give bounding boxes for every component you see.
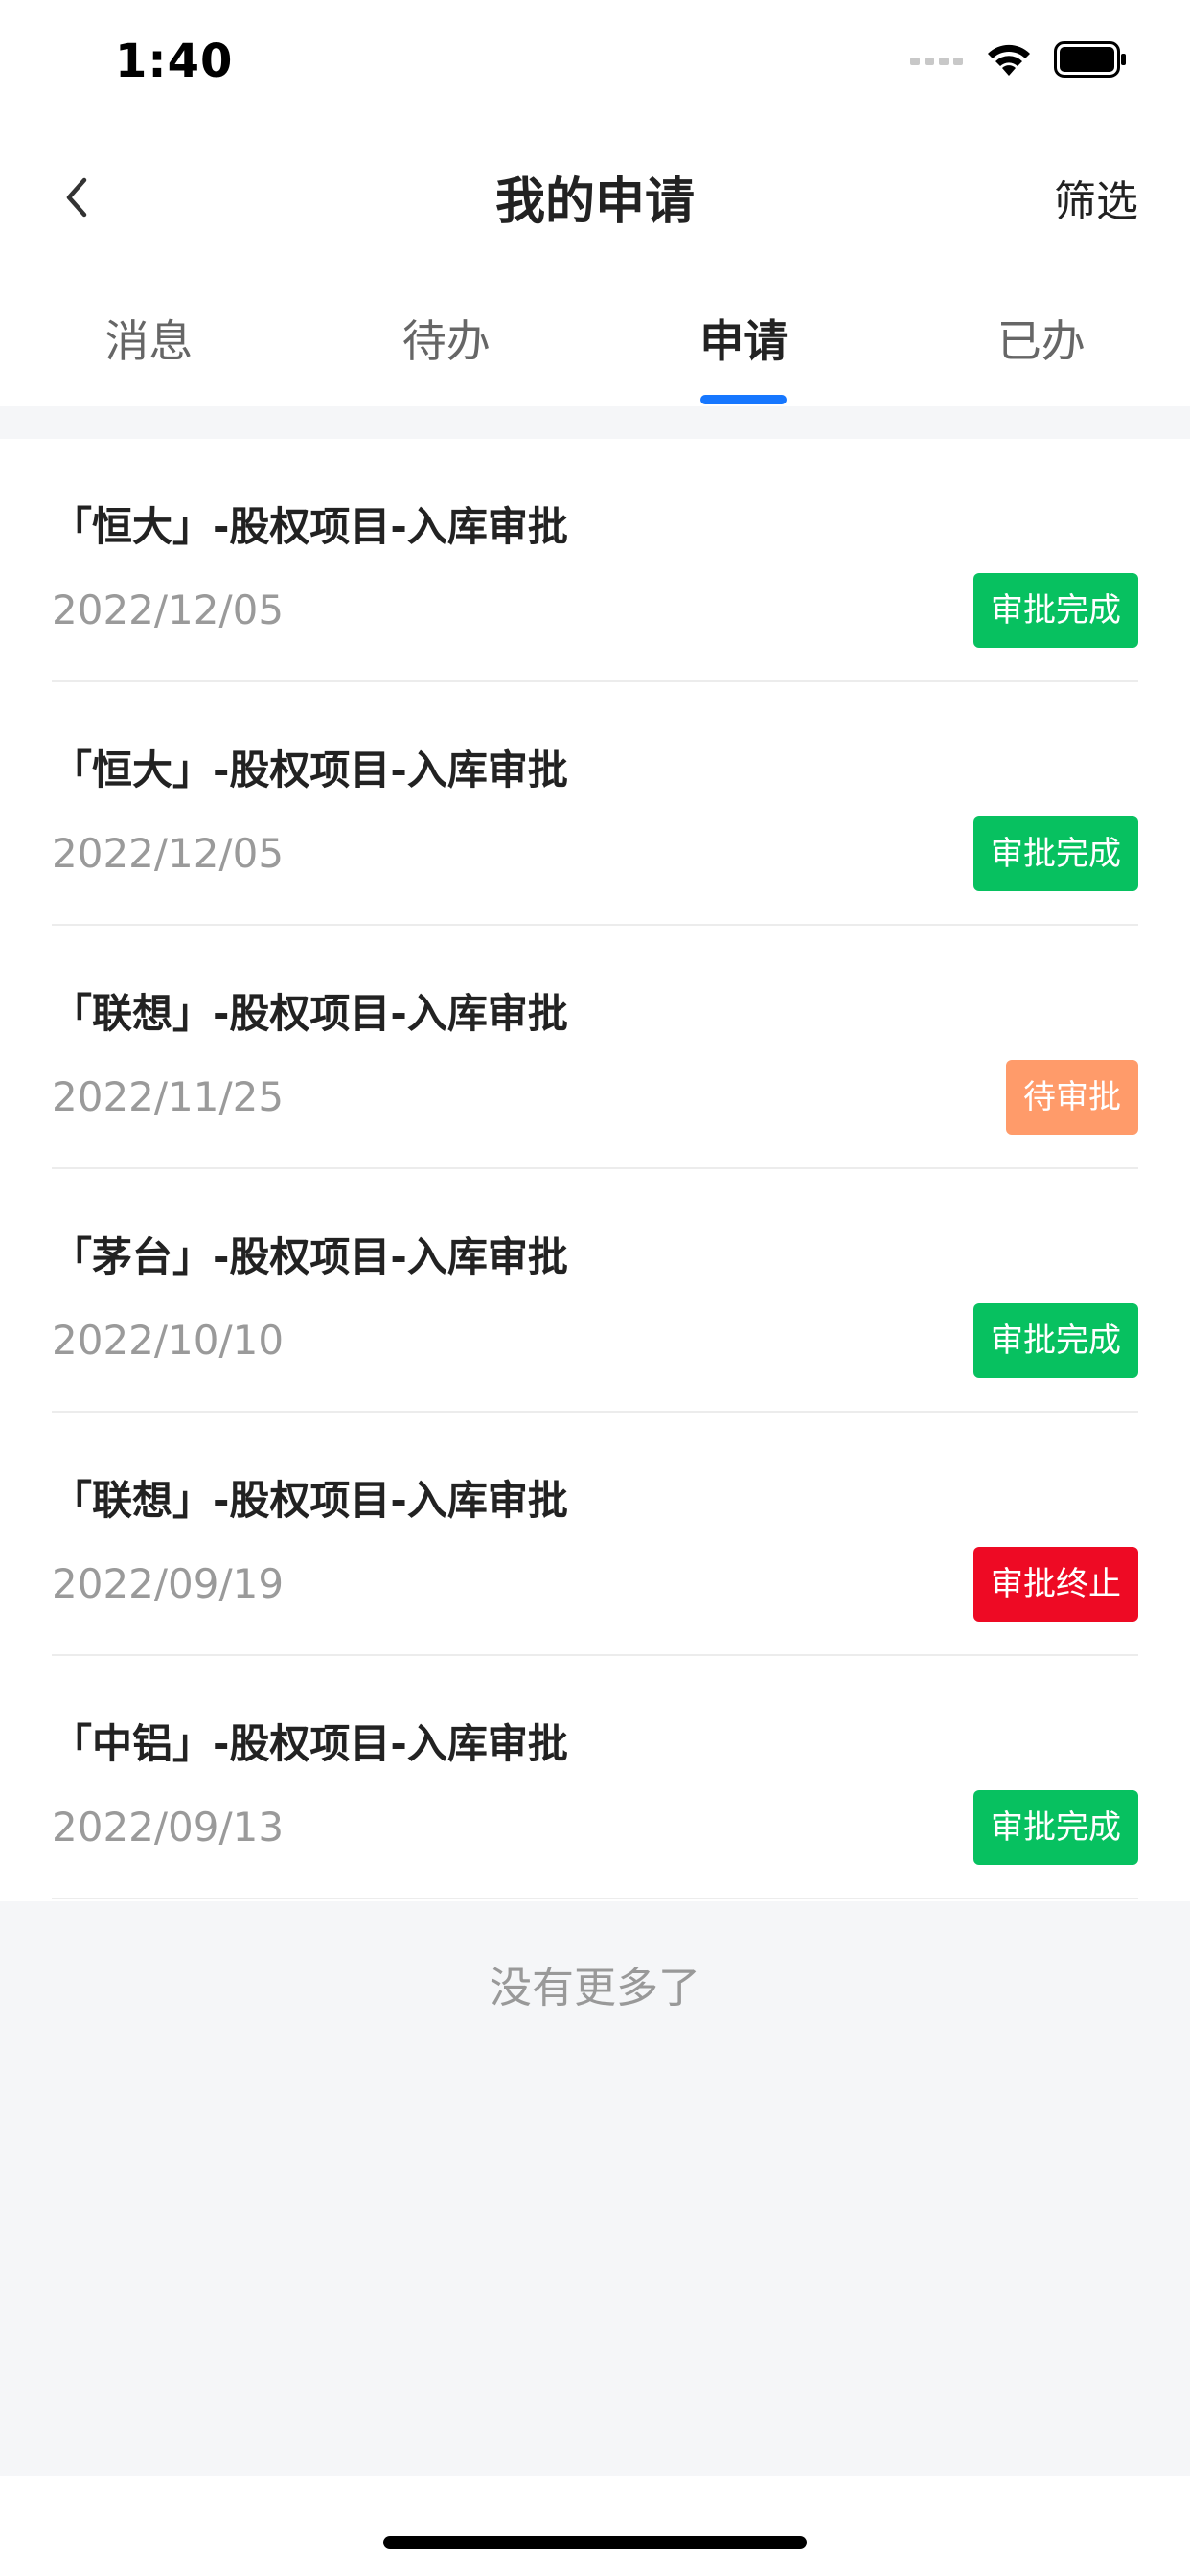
item-date: 2022/12/05 [52,586,285,633]
nav-bar: 我的申请 筛选 [0,132,1190,266]
item-title: 「恒大」-股权项目-入库审批 [52,747,568,794]
battery-icon [1054,41,1127,81]
status-badge: 审批完成 [973,1790,1138,1865]
tab-label: 已办 [996,315,1086,367]
list-item[interactable]: 「恒大」-股权项目-入库审批 2022/12/05 审批完成 [52,682,1138,926]
item-title: 「联想」-股权项目-入库审批 [52,990,568,1037]
status-badge: 审批完成 [973,816,1138,891]
list-item[interactable]: 「茅台」-股权项目-入库审批 2022/10/10 审批完成 [52,1169,1138,1413]
screen: 1:40 我的申请 筛选 消息 待办 申请 已办 「恒大」-股权项目-入库审批 … [0,0,1190,2576]
tab-label: 待办 [401,315,491,367]
tab-active-indicator [700,395,788,404]
list-item[interactable]: 「恒大」-股权项目-入库审批 2022/12/05 审批完成 [52,439,1138,682]
wifi-icon [985,41,1033,81]
tab-messages[interactable]: 消息 [0,266,298,406]
tab-done[interactable]: 已办 [893,266,1190,406]
item-date: 2022/09/13 [52,1804,285,1851]
item-title: 「恒大」-股权项目-入库审批 [52,503,568,550]
item-title: 「联想」-股权项目-入库审批 [52,1477,568,1524]
signal-icon [910,53,964,71]
status-badge: 待审批 [1006,1060,1138,1135]
item-date: 2022/11/25 [52,1073,285,1120]
status-bar: 1:40 [0,0,1190,132]
list-item[interactable]: 「中铝」-股权项目-入库审批 2022/09/13 审批完成 [52,1656,1138,1899]
page-title: 我的申请 [494,173,695,231]
filter-button[interactable]: 筛选 [1054,167,1138,228]
tab-applications[interactable]: 申请 [595,266,893,406]
home-indicator [383,2536,807,2549]
application-list: 「恒大」-股权项目-入库审批 2022/12/05 审批完成 「恒大」-股权项目… [0,439,1190,1901]
item-title: 「中铝」-股权项目-入库审批 [52,1720,568,1767]
tab-label: 申请 [699,315,789,367]
status-time: 1:40 [115,34,234,88]
status-badge: 审批完成 [973,1303,1138,1378]
tab-bar: 消息 待办 申请 已办 [0,266,1190,406]
item-date: 2022/12/05 [52,830,285,877]
no-more-text: 没有更多了 [490,1964,700,2012]
list-item[interactable]: 「联想」-股权项目-入库审批 2022/11/25 待审批 [52,926,1138,1169]
tab-todo[interactable]: 待办 [298,266,596,406]
item-date: 2022/09/19 [52,1560,285,1607]
status-badge: 审批完成 [973,573,1138,648]
tab-label: 消息 [104,315,194,367]
item-title: 「茅台」-股权项目-入库审批 [52,1233,568,1280]
item-date: 2022/10/10 [52,1317,285,1364]
bottom-safe-area [0,2476,1190,2576]
status-badge: 审批终止 [973,1547,1138,1622]
status-icons [910,41,1127,81]
list-item[interactable]: 「联想」-股权项目-入库审批 2022/09/19 审批终止 [52,1413,1138,1656]
